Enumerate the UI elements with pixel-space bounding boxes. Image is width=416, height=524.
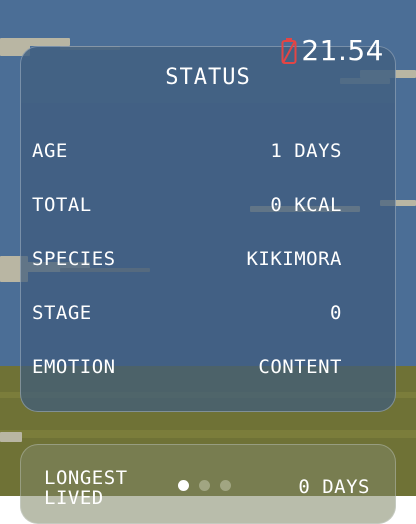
- battery-charging-icon: [281, 37, 297, 64]
- stat-row-emotion: EMOTION CONTENT: [32, 352, 342, 382]
- stat-row-age: AGE 1 DAYS: [32, 136, 342, 166]
- stat-value: 1 DAYS: [270, 140, 342, 162]
- stat-label: TOTAL: [32, 194, 92, 216]
- record-value: 0 DAYS: [298, 476, 370, 498]
- page-dot-3[interactable]: [220, 480, 231, 491]
- cloud: [0, 432, 22, 442]
- record-label-line2: LIVED: [44, 487, 104, 509]
- stat-row-stage: STAGE 0: [32, 298, 342, 328]
- stat-row-total: TOTAL 0 KCAL: [32, 190, 342, 220]
- card-title: STATUS: [165, 64, 251, 90]
- stat-value: 0: [330, 302, 342, 324]
- stat-row-species: SPECIES KIKIMORA: [32, 244, 342, 274]
- page-dot-1[interactable]: [178, 480, 189, 491]
- stat-label: EMOTION: [32, 356, 116, 378]
- record-label: LONGEST LIVED: [44, 468, 128, 508]
- stat-label: AGE: [32, 140, 68, 162]
- stat-label: SPECIES: [32, 248, 116, 270]
- stat-label: STAGE: [32, 302, 92, 324]
- page-dot-2[interactable]: [199, 480, 210, 491]
- stat-value: 0 KCAL: [270, 194, 342, 216]
- stat-value: KIKIMORA: [246, 248, 342, 270]
- clock-time: 21.54: [301, 34, 384, 67]
- ground-band: [0, 430, 416, 438]
- record-label-line1: LONGEST: [44, 467, 128, 489]
- stat-value: CONTENT: [258, 356, 342, 378]
- page-indicator[interactable]: [178, 480, 231, 491]
- status-bar: 21.54: [281, 34, 384, 67]
